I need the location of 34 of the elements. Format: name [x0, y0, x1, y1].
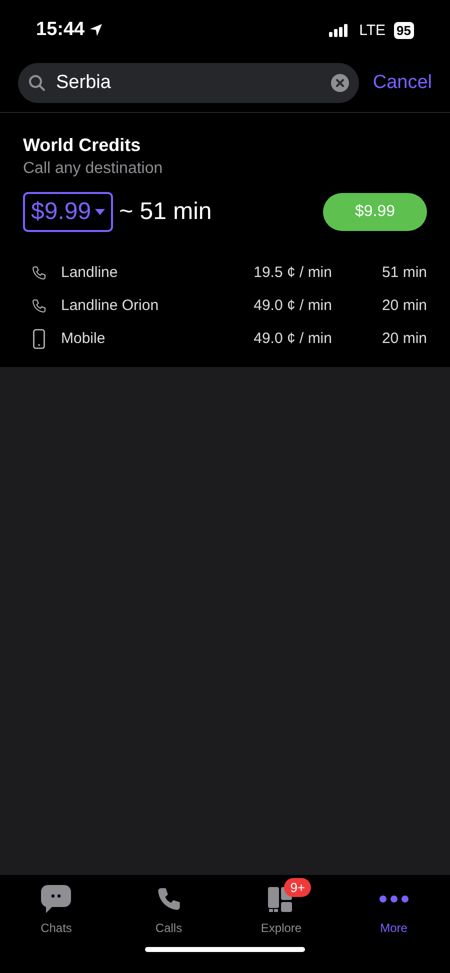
chat-bubble-icon	[40, 884, 72, 914]
minutes-estimate: ~ 51 min	[119, 198, 212, 226]
search-field[interactable]: Serbia	[18, 63, 359, 103]
caret-icon	[95, 209, 106, 215]
rate-price: 49.0 ¢ / min	[252, 330, 332, 347]
tab-item[interactable]: Calls	[112, 877, 225, 939]
network-label: LTE	[359, 22, 386, 38]
amount-dropdown[interactable]: $9.99	[23, 192, 114, 232]
rate-minutes: 20 min	[380, 297, 427, 314]
tab-item[interactable]: 9+ Explore	[225, 877, 338, 939]
battery-level: 95	[394, 22, 414, 38]
rate-minutes: 20 min	[380, 330, 427, 347]
rate-price: 19.5 ¢ / min	[252, 264, 332, 281]
notification-badge: 9+	[284, 878, 312, 897]
rate-name: Mobile	[61, 330, 106, 347]
rate-price: 49.0 ¢ / min	[252, 297, 332, 314]
tab-item[interactable]: More	[338, 877, 450, 939]
status-time: 15:44	[36, 19, 85, 41]
phone-icon	[31, 264, 47, 280]
rate-minutes: 51 min	[380, 264, 427, 281]
rate-name: Landline Orion	[61, 297, 160, 314]
mobile-phone-icon	[31, 328, 47, 348]
phone-icon	[156, 886, 182, 912]
plan-subtitle: Call any destination	[23, 160, 164, 178]
clear-icon[interactable]	[330, 74, 349, 92]
cancel-button[interactable]: Cancel	[372, 72, 432, 94]
search-icon	[28, 74, 46, 92]
rate-name: Landline	[61, 264, 119, 281]
tab-item[interactable]: Chats	[0, 877, 112, 939]
plan-title: World Credits	[23, 134, 142, 157]
phone-icon	[31, 298, 47, 314]
location-arrow-icon	[88, 23, 103, 37]
more-icon	[378, 895, 409, 903]
search-input[interactable]: Serbia	[54, 71, 323, 95]
